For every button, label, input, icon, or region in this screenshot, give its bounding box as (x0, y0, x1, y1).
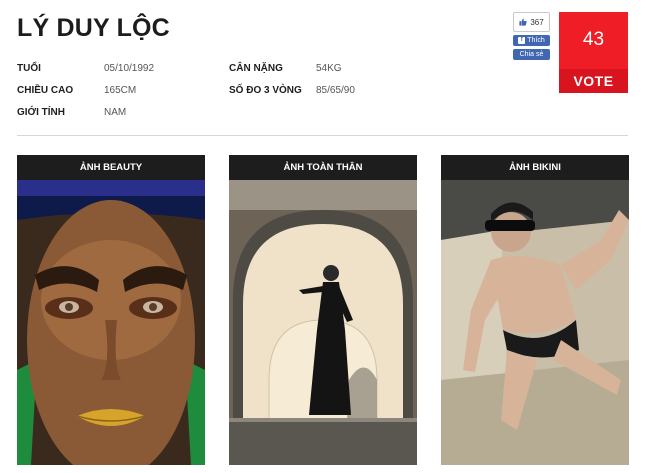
vote-button[interactable]: 43 VOTE (559, 12, 628, 93)
gallery-title-bikini: ẢNH BIKINI (441, 155, 629, 180)
like-label: Thích (527, 37, 545, 44)
beauty-photo[interactable] (17, 180, 205, 465)
measurements-label: SỐ ĐO 3 VÒNG (229, 85, 302, 96)
bikini-photo[interactable] (441, 180, 629, 465)
vote-count: 43 (582, 29, 605, 50)
facebook-icon: f (518, 37, 526, 44)
gallery-card-full-body[interactable]: ẢNH TOÀN THÂN (229, 155, 417, 465)
age-value: 05/10/1992 (104, 63, 155, 74)
divider (17, 135, 628, 136)
gender-label: GIỚI TÍNH (17, 107, 65, 118)
thumbs-up-icon (519, 18, 527, 26)
like-count-box: 367 (513, 12, 550, 32)
weight-value: 54KG (316, 63, 342, 74)
facebook-like-button[interactable]: f Thích (513, 35, 550, 46)
full-body-photo[interactable] (229, 180, 417, 465)
gallery-card-bikini[interactable]: ẢNH BIKINI (441, 155, 629, 465)
gallery-title-beauty: ẢNH BEAUTY (17, 155, 205, 180)
measurements-value: 85/65/90 (316, 85, 355, 96)
facebook-share-button[interactable]: Chia sẻ (513, 49, 550, 60)
contestant-name: LÝ DUY LỘC (17, 14, 170, 42)
age-label: TUỔI (17, 63, 41, 74)
weight-label: CÂN NẶNG (229, 63, 283, 74)
gender-value: NAM (104, 107, 127, 118)
share-label: Chia sẻ (519, 51, 544, 58)
gallery-card-beauty[interactable]: ẢNH BEAUTY (17, 155, 205, 465)
gallery-title-full-body: ẢNH TOÀN THÂN (229, 155, 417, 180)
height-label: CHIỀU CAO (17, 85, 74, 96)
like-count: 367 (530, 17, 544, 27)
vote-label: VOTE (559, 69, 628, 93)
height-value: 165CM (104, 85, 137, 96)
social-widget: 367 f Thích Chia sẻ (513, 12, 550, 60)
